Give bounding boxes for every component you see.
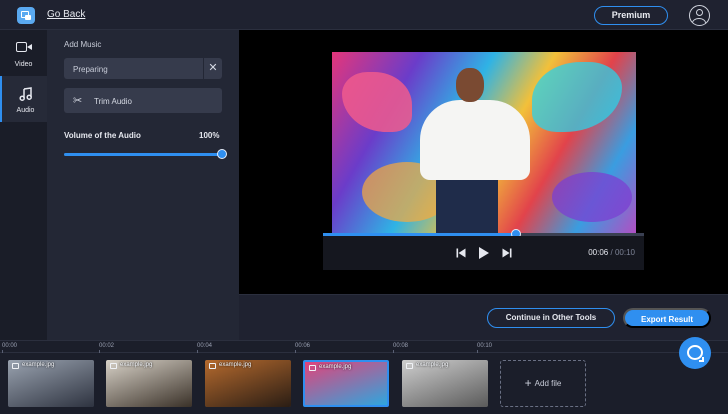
timeline-clip[interactable]: example.jpg — [8, 360, 94, 407]
plus-icon: + — [524, 376, 532, 390]
player-controls: 00:06 / 00:10 — [323, 236, 644, 270]
panel-title: Add Music — [64, 40, 102, 49]
timeline-tick: 00:02 — [99, 343, 115, 353]
play-icon[interactable] — [479, 247, 489, 259]
continue-other-tools-button[interactable]: Continue in Other Tools — [487, 308, 615, 328]
go-back-link[interactable]: Go Back — [47, 9, 85, 20]
music-file-field[interactable]: Preparing — [64, 58, 203, 79]
rail-item-label: Audio — [16, 107, 35, 114]
action-bar: Continue in Other Tools Export Result — [239, 294, 728, 340]
timeline-clip[interactable]: example.jpg — [106, 360, 192, 407]
video-frame — [332, 52, 636, 233]
volume-label: Volume of the Audio — [64, 131, 141, 140]
clip-name: example.jpg — [319, 364, 352, 370]
add-file-label: Add file — [534, 379, 562, 388]
chat-support-icon[interactable] — [679, 337, 711, 369]
music-note-icon — [19, 87, 32, 101]
time-separator: / — [610, 248, 613, 257]
video-camera-icon — [16, 42, 27, 52]
timeline-tick: 00:00 — [2, 343, 18, 353]
premium-button[interactable]: Premium — [594, 6, 668, 25]
video-preview: 00:06 / 00:10 — [239, 30, 728, 294]
timeline-clip[interactable]: example.jpg — [402, 360, 488, 407]
skip-previous-icon[interactable] — [456, 248, 466, 258]
top-bar: Go Back Premium — [0, 0, 728, 30]
clear-music-button[interactable]: ✕ — [203, 58, 222, 79]
clip-name: example.jpg — [416, 362, 449, 368]
clip-name: example.jpg — [219, 362, 252, 368]
rail-item-video[interactable]: Video — [0, 30, 47, 76]
skip-next-icon[interactable] — [502, 248, 512, 258]
tool-rail: Video Audio — [0, 30, 47, 340]
user-account-icon[interactable] — [689, 5, 710, 26]
timeline-tick: 00:10 — [477, 343, 493, 353]
image-file-icon — [309, 365, 316, 371]
export-result-button[interactable]: Export Result — [623, 308, 711, 328]
clip-name: example.jpg — [22, 362, 55, 368]
volume-slider-fill — [64, 153, 222, 156]
time-display: 00:06 / 00:10 — [588, 248, 635, 257]
image-file-icon — [209, 363, 216, 369]
volume-slider[interactable] — [64, 149, 227, 159]
rail-item-label: Video — [14, 61, 33, 68]
timeline-tick: 00:06 — [295, 343, 311, 353]
timeline-clip[interactable]: example.jpg — [205, 360, 291, 407]
timeline-clip-selected[interactable]: example.jpg — [303, 360, 389, 407]
rail-item-audio[interactable]: Audio — [0, 76, 47, 122]
current-time: 00:06 — [588, 248, 609, 257]
image-file-icon — [110, 363, 117, 369]
audio-panel: Add Music Preparing ✕ ✂ Trim Audio Volum… — [47, 30, 239, 340]
app-logo-icon[interactable] — [17, 7, 35, 24]
video-editor-app: Go Back Premium Video Audio Add Music Pr… — [0, 0, 728, 414]
add-file-button[interactable]: + Add file — [500, 360, 586, 407]
scissors-icon: ✂ — [73, 95, 83, 107]
volume-value: 100% — [199, 131, 220, 140]
timeline-tick: 00:08 — [393, 343, 409, 353]
trim-audio-label: Trim Audio — [94, 97, 132, 106]
image-file-icon — [12, 363, 19, 369]
volume-slider-thumb[interactable] — [217, 149, 227, 159]
clip-name: example.jpg — [120, 362, 153, 368]
image-file-icon — [406, 363, 413, 369]
trim-audio-button[interactable]: ✂ Trim Audio — [64, 88, 222, 113]
timeline-tick: 00:04 — [197, 343, 213, 353]
total-duration: 00:10 — [614, 248, 635, 257]
timeline-ruler: 00:00 00:02 00:04 00:06 00:08 00:10 — [0, 341, 728, 353]
timeline: 00:00 00:02 00:04 00:06 00:08 00:10 exam… — [0, 340, 728, 414]
close-icon: ✕ — [208, 62, 218, 74]
